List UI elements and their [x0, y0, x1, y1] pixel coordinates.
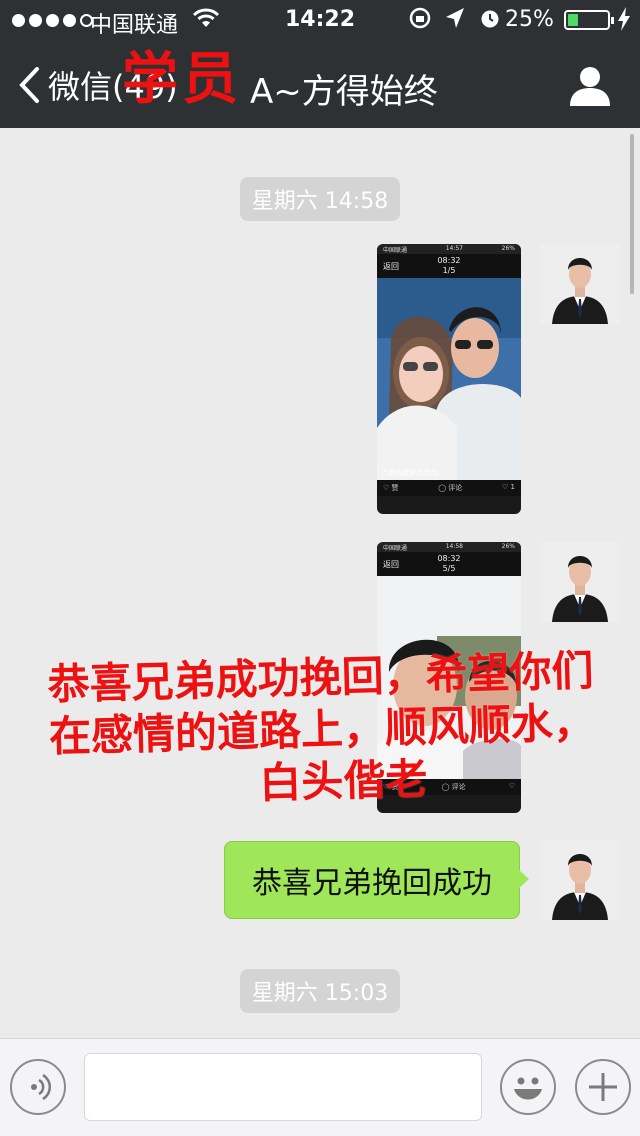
avatar[interactable] [540, 542, 620, 622]
text-message-bubble[interactable]: 恭喜兄弟挽回成功 [224, 841, 529, 919]
battery-icon [564, 10, 614, 30]
message-input[interactable] [84, 1053, 482, 1121]
input-bar [0, 1038, 640, 1136]
timestamp: 星期六 15:03 [0, 969, 640, 1013]
message-text: 恭喜兄弟挽回成功 [252, 866, 492, 901]
timestamp: 星期六 14:58 [0, 177, 640, 221]
emoji-button[interactable] [500, 1059, 556, 1115]
chevron-left-icon [19, 67, 39, 103]
plus-icon [589, 1073, 617, 1101]
avatar[interactable] [540, 244, 620, 324]
avatar[interactable] [540, 840, 620, 920]
rotation-lock-icon [409, 7, 431, 29]
congrats-overlay-text: 恭喜兄弟成功挽回，希望你们 在感情的道路上，顺风顺水， 白头偕老 [47, 645, 596, 808]
charging-bolt-icon [617, 6, 631, 38]
profile-icon[interactable] [568, 64, 612, 108]
students-overlay-text: 学员 [122, 46, 242, 112]
location-arrow-icon [446, 8, 464, 28]
top-bar: 中国联通 14:22 25% 微信(49) A~方得始终 [0, 0, 640, 128]
status-bar: 中国联通 14:22 25% [0, 0, 640, 40]
chat-title: A~方得始终 [250, 72, 438, 112]
more-button[interactable] [575, 1059, 631, 1115]
image-message[interactable]: 中国联通 14:57 26% 返回 08:32 1/5 六堂鸡蛋饼😊😊😊 ♡ 赞… [377, 244, 521, 514]
alarm-icon [481, 10, 499, 28]
chat-area[interactable]: 星期六 14:58 中国联通 14:57 26% 返回 08:32 1/5 六堂… [0, 128, 640, 1038]
voice-button[interactable] [10, 1059, 66, 1115]
battery-percent: 25% [505, 7, 554, 32]
couple-photo: 六堂鸡蛋饼😊😊😊 [377, 278, 521, 480]
voice-icon [31, 1073, 52, 1101]
emoji-icon [514, 1077, 542, 1100]
